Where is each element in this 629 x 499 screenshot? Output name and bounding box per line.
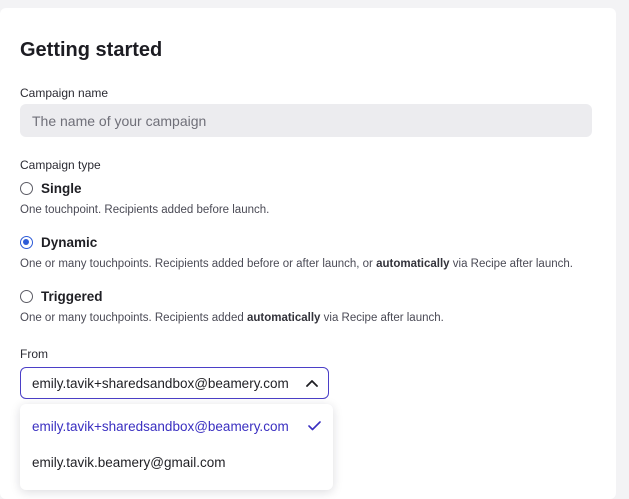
from-dropdown-menu: emily.tavik+sharedsandbox@beamery.com em… [20, 404, 333, 490]
campaign-type-dynamic-option[interactable]: Dynamic [20, 235, 97, 250]
radio-label-triggered: Triggered [41, 289, 103, 304]
campaign-type-dynamic-description: One or many touchpoints. Recipients adde… [20, 258, 573, 270]
campaign-type-single-description: One touchpoint. Recipients added before … [20, 204, 270, 216]
page-title: Getting started [20, 39, 163, 61]
campaign-type-triggered-option[interactable]: Triggered [20, 289, 103, 304]
from-select[interactable]: emily.tavik+sharedsandbox@beamery.com [20, 367, 329, 399]
checkmark-icon [308, 421, 321, 431]
chevron-up-icon[interactable] [306, 379, 318, 387]
from-option-gmail[interactable]: emily.tavik.beamery@gmail.com [20, 444, 333, 480]
from-label: From [20, 347, 48, 361]
radio-single[interactable] [20, 182, 33, 195]
radio-label-single: Single [41, 181, 82, 196]
from-select-value: emily.tavik+sharedsandbox@beamery.com [32, 375, 289, 391]
radio-dynamic[interactable] [20, 236, 33, 249]
from-option-sharedsandbox[interactable]: emily.tavik+sharedsandbox@beamery.com [20, 408, 333, 444]
from-option-label: emily.tavik+sharedsandbox@beamery.com [32, 418, 289, 434]
campaign-type-label: Campaign type [20, 158, 101, 172]
campaign-name-input[interactable] [20, 104, 592, 137]
from-option-label: emily.tavik.beamery@gmail.com [32, 454, 226, 470]
radio-triggered[interactable] [20, 290, 33, 303]
campaign-name-label: Campaign name [20, 86, 109, 100]
campaign-type-single-option[interactable]: Single [20, 181, 82, 196]
radio-label-dynamic: Dynamic [41, 235, 98, 250]
campaign-type-triggered-description: One or many touchpoints. Recipients adde… [20, 312, 444, 324]
